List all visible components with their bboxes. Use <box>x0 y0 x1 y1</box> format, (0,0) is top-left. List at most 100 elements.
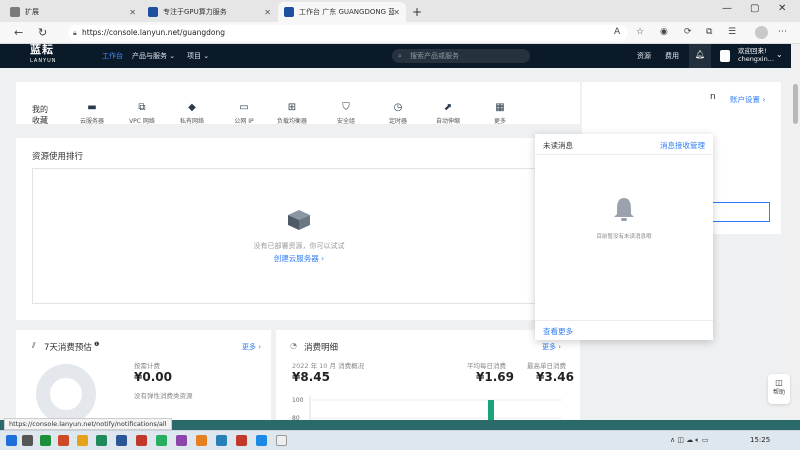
search-icon[interactable] <box>22 435 33 446</box>
bell-icon <box>614 198 634 221</box>
user-welcome[interactable]: 欢迎回来! chengxin... <box>738 47 774 63</box>
favorites-title: 我的 收藏 <box>32 105 48 125</box>
pie-chart-icon: ◔ <box>290 341 297 350</box>
new-tab-button[interactable]: + <box>412 5 422 19</box>
help-icon: ◫ <box>775 378 783 387</box>
notification-settings-link[interactable]: 消息接收管理 <box>660 140 705 151</box>
lanyun-logo[interactable]: 蓝耘 LANYUN <box>30 44 57 66</box>
menu-dots-icon[interactable]: ⋯ <box>778 27 787 37</box>
divider <box>535 320 713 321</box>
start-icon[interactable] <box>6 435 17 446</box>
fav-item-timer[interactable]: ◷ 定时器 <box>378 102 418 125</box>
nav-workbench[interactable]: 工作台 <box>102 51 123 61</box>
tab-gpu[interactable]: 专注于GPU算力服务 ✕ <box>142 2 277 22</box>
lock-icon: 🔒︎ <box>73 29 77 37</box>
fav-item-load-balancer[interactable]: ⊞ 负载均衡器 <box>272 102 312 125</box>
address-toolbar: ← ↻ 🔒︎ https://console.lanyun.net/guangd… <box>0 22 800 44</box>
fav-item-more[interactable]: ▦ 更多 <box>480 102 520 125</box>
search-icon: ⌕ <box>398 52 402 60</box>
profile-avatar[interactable] <box>755 26 768 39</box>
fav-item-server[interactable]: ▬ 云服务器 <box>72 102 112 125</box>
vpc-icon: ⧉ <box>138 102 146 113</box>
nav-resources[interactable]: 资源 <box>637 51 651 61</box>
notification-dropdown: 未读消息 消息接收管理 目前暂没有未读消息哦 查看更多 <box>535 134 713 340</box>
avg-amount: ¥1.69 <box>476 370 514 384</box>
app-icon[interactable] <box>40 435 51 446</box>
help-button[interactable]: ◫ 帮助 <box>768 374 790 404</box>
fav-item-vpc[interactable]: ⧉ VPC 网络 <box>122 102 162 125</box>
view-more-link[interactable]: 查看更多 <box>543 326 573 337</box>
account-input-box[interactable] <box>710 202 770 222</box>
url-field[interactable]: 🔒︎ https://console.lanyun.net/guangdong <box>68 25 628 41</box>
tab-extensions[interactable]: 扩展 ✕ <box>4 2 142 22</box>
create-server-link[interactable]: 创建云服务器 › <box>33 253 565 264</box>
lanyun-favicon-icon <box>148 7 158 17</box>
close-icon[interactable]: ✕ <box>393 8 400 17</box>
taskbar-clock: 15:25 <box>750 436 771 444</box>
app-icon[interactable] <box>136 435 147 446</box>
empty-state-text: 没有已部署资源，你可以试试 <box>253 242 345 250</box>
scrollbar-thumb[interactable] <box>793 84 798 124</box>
read-aloud-icon[interactable]: A <box>614 27 620 37</box>
security-group-icon: ⛉ <box>342 102 350 113</box>
edge-icon[interactable] <box>256 435 267 446</box>
back-arrow-icon[interactable]: ← <box>14 26 23 39</box>
public-ip-icon: ▭ <box>239 102 249 113</box>
page-content: 我的 收藏 ▬ 云服务器 ⧉ VPC 网络 ◆ 私有网络 ▭ 公网 IP ⊞ 负载均衡器 … <box>0 68 791 424</box>
favorites-bar-icon[interactable]: ☰ <box>728 27 736 37</box>
close-icon[interactable]: ✕ <box>129 8 136 17</box>
info-icon[interactable]: ❶ <box>94 341 99 348</box>
forecast-card: ⫽ 7天消费预估 ❶ 更多 › 按需计费 ¥0.00 没有弹性消费类资源 <box>16 330 271 424</box>
resource-empty-state: 没有已部署资源，你可以试试 创建云服务器 › <box>32 168 564 304</box>
app-icon[interactable] <box>216 435 227 446</box>
max-amount: ¥3.46 <box>536 370 574 384</box>
forecast-more-link[interactable]: 更多 › <box>242 342 261 352</box>
timer-icon: ◷ <box>393 102 403 113</box>
chevron-down-icon[interactable]: ⌄ <box>776 50 783 59</box>
user-icon[interactable] <box>720 50 730 62</box>
tray-icons[interactable]: ∧ ◫ ☁ 🔈︎ ▭ <box>670 436 708 445</box>
app-icon[interactable] <box>196 435 207 446</box>
favorite-star-icon[interactable]: ☆ <box>636 27 644 37</box>
fav-item-public-ip[interactable]: ▭ 公网 IP <box>224 102 264 125</box>
more-grid-icon: ▦ <box>495 102 505 113</box>
bell-icon: 🔔︎ <box>695 50 706 59</box>
account-settings-link[interactable]: 账户设置 › <box>730 94 765 105</box>
fav-item-security-group[interactable]: ⛉ 安全组 <box>326 102 366 125</box>
divider <box>535 154 713 155</box>
maximize-button[interactable]: ▢ <box>750 3 759 14</box>
close-icon[interactable]: ✕ <box>264 8 271 17</box>
app-icon[interactable] <box>156 435 167 446</box>
folder-icon[interactable] <box>77 435 88 446</box>
vscode-icon[interactable] <box>116 435 127 446</box>
fav-item-auto-scaling[interactable]: ⬈ 自动伸缩 <box>428 102 468 125</box>
page-scrollbar[interactable] <box>791 44 800 420</box>
notification-button[interactable]: 🔔︎ <box>689 44 711 68</box>
refresh-icon[interactable]: ↻ <box>38 26 47 39</box>
fav-item-private-network[interactable]: ◆ 私有网络 <box>172 102 212 125</box>
app-icon[interactable] <box>236 435 247 446</box>
forecast-amount: ¥0.00 <box>134 370 172 384</box>
app-icon[interactable] <box>58 435 69 446</box>
resource-ranking-card: 资源使用排行 没有已部署资源，你可以试试 创建云服务器 › <box>16 138 580 320</box>
app-icon[interactable] <box>96 435 107 446</box>
app-icon[interactable] <box>176 435 187 446</box>
nav-billing[interactable]: 费用 <box>665 51 679 61</box>
chrome-icon[interactable] <box>276 435 287 446</box>
y-tick-label: 80 <box>292 415 300 420</box>
search-input[interactable]: ⌕ 搜索产品或服务 <box>392 49 530 63</box>
avg-label: 平均每日消费 <box>467 362 506 370</box>
extension-puzzle-icon[interactable]: ⟳ <box>684 27 692 37</box>
consumption-bar-chart: 100 80 <box>292 396 562 420</box>
auto-scaling-icon: ⬈ <box>443 102 453 113</box>
close-window-button[interactable]: ✕ <box>778 3 786 14</box>
nav-projects[interactable]: 项目 ⌄ <box>187 51 209 61</box>
collections-icon[interactable]: ⧉ <box>706 27 712 37</box>
record-icon[interactable]: ◉ <box>660 27 668 37</box>
consumption-more-link[interactable]: 更多 › <box>542 342 561 352</box>
tab-workbench[interactable]: 工作台 广东 GUANGDONG 蓝耘 ✕ <box>278 2 406 22</box>
nav-products[interactable]: 产品与服务 ⌄ <box>132 51 175 61</box>
month-label: 2022 年 10 月 消费概况 <box>292 362 365 370</box>
minimize-button[interactable]: — <box>722 3 732 14</box>
url-text: https://console.lanyun.net/guangdong <box>82 28 226 37</box>
